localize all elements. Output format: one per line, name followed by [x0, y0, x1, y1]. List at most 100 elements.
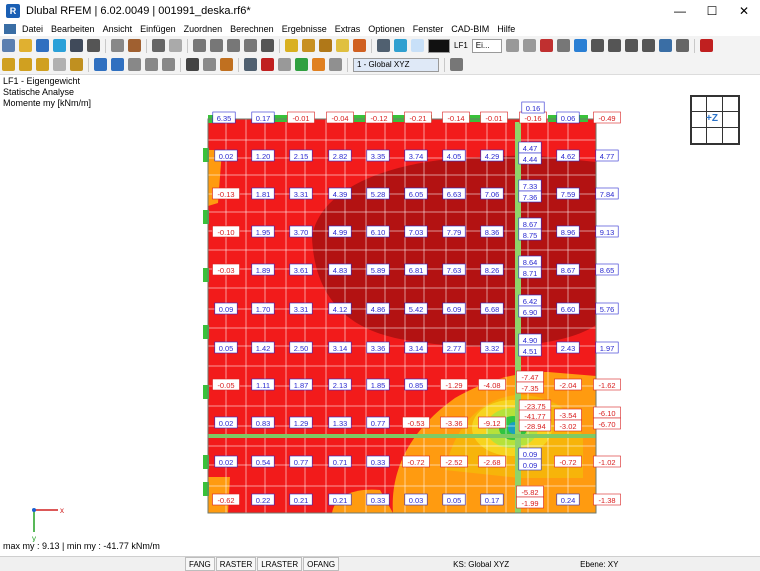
result-label: 4.86: [371, 305, 386, 314]
result-label: 7.36: [523, 193, 538, 202]
top-result-label: -0.01: [292, 114, 309, 123]
result-label: 6.81: [409, 266, 424, 275]
result-label: 0.05: [219, 344, 234, 353]
result-label: 4.83: [333, 266, 348, 275]
result-label: -0.05: [217, 381, 234, 390]
result-label: -7.35: [521, 384, 538, 393]
top-result-label: 0.17: [256, 114, 271, 123]
result-label: 0.09: [523, 461, 538, 470]
result-label: 6.68: [485, 305, 500, 314]
result-label: -0.72: [559, 458, 576, 467]
result-label: 1.11: [256, 381, 270, 390]
result-label: 6.42: [523, 297, 538, 306]
top-result-label: -0.16: [524, 114, 541, 123]
result-label: 4.47: [523, 144, 538, 153]
result-label: -0.53: [407, 419, 424, 428]
result-label: -2.52: [445, 458, 462, 467]
result-label: -0.10: [217, 228, 234, 237]
result-label: 4.62: [561, 152, 576, 161]
result-label: 6.90: [523, 308, 538, 317]
plane-status: Ebene: XY: [580, 559, 619, 569]
result-plot[interactable]: 6.35 0.17 -0.01 -0.04 -0.12 -0.21 -0.14 -0.01 -0…: [0, 0, 760, 570]
view-cube-label: +Z: [706, 113, 718, 124]
result-label: 4.29: [485, 152, 500, 161]
result-label: 5.42: [409, 305, 424, 314]
result-label: 6.10: [371, 228, 386, 237]
result-label: 1.85: [371, 381, 386, 390]
line-grid-toggle[interactable]: LRASTER: [257, 557, 303, 571]
result-label: -5.82: [521, 488, 538, 497]
result-label: 8.36: [485, 228, 500, 237]
result-label: 0.24: [561, 496, 576, 505]
result-label: 1.20: [256, 152, 271, 161]
snap-toggle[interactable]: FANG: [185, 557, 215, 571]
result-label: 0.85: [409, 381, 424, 390]
result-label: -6.10: [598, 409, 615, 418]
result-label: 4.99: [333, 228, 348, 237]
result-label: 0.02: [219, 419, 234, 428]
result-label: -3.02: [559, 422, 576, 431]
result-label: 8.65: [600, 266, 615, 275]
origin-dot: [32, 508, 36, 512]
result-label: 4.12: [333, 305, 348, 314]
result-label: 0.21: [333, 496, 348, 505]
result-label: -3.36: [445, 419, 462, 428]
result-label: 1.42: [256, 344, 271, 353]
result-label: 6.63: [447, 190, 462, 199]
result-label: -23.75: [524, 402, 545, 411]
result-label: 5.28: [371, 190, 386, 199]
result-label: 8.75: [523, 231, 538, 240]
result-label: 3.31: [294, 305, 309, 314]
result-label: 3.36: [371, 344, 386, 353]
result-label: 2.82: [333, 152, 348, 161]
result-label: 1.81: [256, 190, 271, 199]
result-label: 1.97: [600, 344, 615, 353]
result-label: 3.35: [371, 152, 386, 161]
result-label: 2.15: [294, 152, 309, 161]
result-label: -2.04: [559, 381, 576, 390]
object-snap-toggle[interactable]: OFANG: [303, 557, 340, 571]
top-result-label: 6.35: [217, 114, 232, 123]
result-label: 0.09: [523, 450, 538, 459]
result-label: 0.05: [447, 496, 462, 505]
result-label: -6.70: [598, 420, 615, 429]
result-label: -0.13: [217, 190, 234, 199]
result-label: 2.43: [561, 344, 576, 353]
result-label: -3.54: [559, 411, 576, 420]
result-label: 3.32: [485, 344, 500, 353]
result-label: 3.31: [294, 190, 309, 199]
result-label: 3.14: [409, 344, 424, 353]
result-label: -0.62: [217, 496, 234, 505]
result-label: 0.09: [219, 305, 234, 314]
result-label: 0.02: [219, 458, 234, 467]
top-result-label: 0.16: [526, 104, 541, 113]
result-label: 7.79: [447, 228, 462, 237]
top-result-label: -0.21: [409, 114, 426, 123]
result-label: 1.29: [294, 419, 309, 428]
result-label: -2.68: [483, 458, 500, 467]
result-label: 4.05: [447, 152, 462, 161]
result-label: 6.09: [447, 305, 462, 314]
result-label: 1.95: [256, 228, 271, 237]
result-label: -1.62: [598, 381, 615, 390]
result-label: 7.84: [600, 190, 615, 199]
result-label: 1.87: [294, 381, 309, 390]
top-result-label: -0.49: [598, 114, 615, 123]
result-label: 0.21: [294, 496, 309, 505]
result-label: 8.67: [561, 266, 576, 275]
result-label: 4.90: [523, 336, 538, 345]
result-label: 4.51: [523, 347, 538, 356]
result-label: 0.83: [256, 419, 271, 428]
result-label: 2.77: [447, 344, 462, 353]
view-cube[interactable]: +Z: [690, 95, 740, 145]
result-label: 8.64: [523, 258, 538, 267]
top-result-label: -0.04: [331, 114, 348, 123]
grid-toggle[interactable]: RASTER: [215, 557, 257, 571]
result-label: 0.77: [371, 419, 386, 428]
result-label: -1.38: [598, 496, 615, 505]
result-label: 3.61: [294, 266, 309, 275]
result-label: 7.63: [447, 266, 462, 275]
result-label: 7.33: [523, 182, 538, 191]
top-result-label: -0.01: [485, 114, 502, 123]
result-label: 0.33: [371, 496, 386, 505]
